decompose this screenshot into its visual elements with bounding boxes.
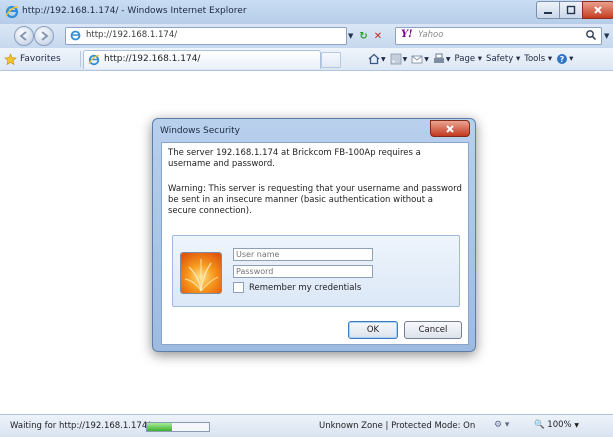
stop-icon[interactable]: ✕ — [374, 31, 382, 42]
minimize-button[interactable] — [536, 1, 560, 19]
dialog-title: Windows Security — [160, 126, 240, 136]
help-menu[interactable]: ? ▾ — [556, 53, 573, 65]
back-arrow-icon — [19, 31, 27, 41]
window-title-bar: http://192.168.1.174/ - Windows Internet… — [0, 0, 613, 25]
windows-security-dialog: Windows Security The server 192.168.1.17… — [152, 118, 476, 352]
mail-icon — [411, 55, 423, 64]
status-text: Waiting for http://192.168.1.174/. — [10, 421, 153, 431]
password-input[interactable] — [233, 265, 373, 278]
svg-text:?: ? — [560, 55, 565, 64]
print-icon — [433, 53, 444, 63]
yahoo-logo: Y! — [401, 29, 413, 40]
navigation-bar: http://192.168.1.174/ ▼ ↻ ✕ Y! Yahoo ▼ — [0, 24, 613, 48]
favorites-bar: Favorites http://192.168.1.174/ ▼ ▼ ▼ ▼ … — [0, 48, 613, 71]
dialog-close-button[interactable] — [430, 120, 470, 137]
flower-avatar-icon — [181, 253, 221, 293]
home-button[interactable]: ▼ — [368, 53, 386, 65]
maximize-button[interactable] — [559, 1, 583, 19]
home-icon — [368, 53, 380, 65]
tab-page-icon — [88, 54, 100, 66]
loading-progress-bar — [146, 422, 210, 432]
zoom-dropdown-icon: ▼ — [574, 422, 579, 429]
search-placeholder: Yahoo — [418, 30, 444, 40]
star-icon — [4, 52, 17, 65]
help-icon: ? — [557, 54, 568, 64]
new-tab-button[interactable] — [321, 52, 341, 68]
zoom-icon: 🔍 — [534, 420, 545, 430]
forward-button[interactable] — [34, 26, 54, 46]
remember-credentials-option[interactable]: Remember my credentials — [233, 282, 361, 293]
security-zone: Unknown Zone | Protected Mode: On — [319, 421, 476, 431]
safety-menu[interactable]: Safety ▾ — [486, 54, 520, 64]
close-icon — [446, 124, 454, 133]
refresh-icon[interactable]: ↻ — [359, 31, 367, 42]
dialog-message: The server 192.168.1.174 at Brickcom FB-… — [168, 148, 421, 169]
dialog-body: The server 192.168.1.174 at Brickcom FB-… — [161, 142, 469, 345]
favorites-button[interactable]: Favorites — [4, 51, 61, 67]
forward-arrow-icon — [41, 31, 49, 41]
address-controls: ▼ ↻ ✕ — [348, 28, 382, 44]
ok-button[interactable]: OK — [348, 321, 398, 339]
zoom-level: 100% — [547, 420, 572, 430]
browser-tab[interactable]: http://192.168.1.174/ — [83, 50, 321, 69]
username-input[interactable] — [233, 248, 373, 261]
dialog-warning: Warning: This server is requesting that … — [168, 184, 462, 216]
window-title: http://192.168.1.174/ - Windows Internet… — [22, 6, 247, 16]
close-window-button[interactable] — [582, 1, 613, 19]
loading-progress-fill — [147, 423, 172, 431]
feeds-button[interactable]: ▼ — [390, 53, 407, 65]
minimize-icon — [544, 12, 552, 14]
maximize-icon — [566, 5, 576, 15]
feeds-icon — [390, 53, 402, 65]
close-icon — [594, 6, 602, 14]
user-avatar — [180, 252, 222, 294]
remember-label: Remember my credentials — [249, 282, 362, 293]
toolbar-divider — [80, 51, 81, 67]
mail-button[interactable]: ▼ — [411, 53, 429, 65]
tools-menu[interactable]: Tools ▾ — [524, 54, 552, 64]
tab-title: http://192.168.1.174/ — [104, 54, 201, 64]
address-url: http://192.168.1.174/ — [86, 30, 178, 40]
favorites-label: Favorites — [20, 54, 61, 64]
internet-explorer-icon — [5, 5, 19, 19]
search-box[interactable]: Y! Yahoo — [395, 27, 602, 45]
command-bar: ▼ ▼ ▼ ▼ Page ▾ Safety ▾ Tools ▾ ? ▾ — [368, 52, 573, 66]
remember-checkbox[interactable] — [233, 282, 244, 293]
address-bar[interactable]: http://192.168.1.174/ — [65, 27, 347, 45]
credential-panel: Remember my credentials — [172, 235, 460, 307]
help-menu-arrow: ▾ — [569, 54, 574, 64]
search-options-icon[interactable]: ▼ — [604, 32, 609, 40]
page-icon — [70, 30, 81, 41]
address-dropdown-icon[interactable]: ▼ — [348, 32, 353, 40]
page-menu[interactable]: Page ▾ — [455, 54, 483, 64]
print-button[interactable]: ▼ — [433, 53, 451, 65]
back-button[interactable] — [14, 26, 34, 46]
zoom-control[interactable]: 🔍 100% ▼ — [534, 420, 579, 430]
cancel-button[interactable]: Cancel — [404, 321, 462, 339]
zone-settings-icon[interactable]: ⚙ ▾ — [494, 420, 509, 430]
status-bar: Waiting for http://192.168.1.174/. Unkno… — [0, 414, 613, 437]
search-icon[interactable] — [585, 29, 597, 41]
